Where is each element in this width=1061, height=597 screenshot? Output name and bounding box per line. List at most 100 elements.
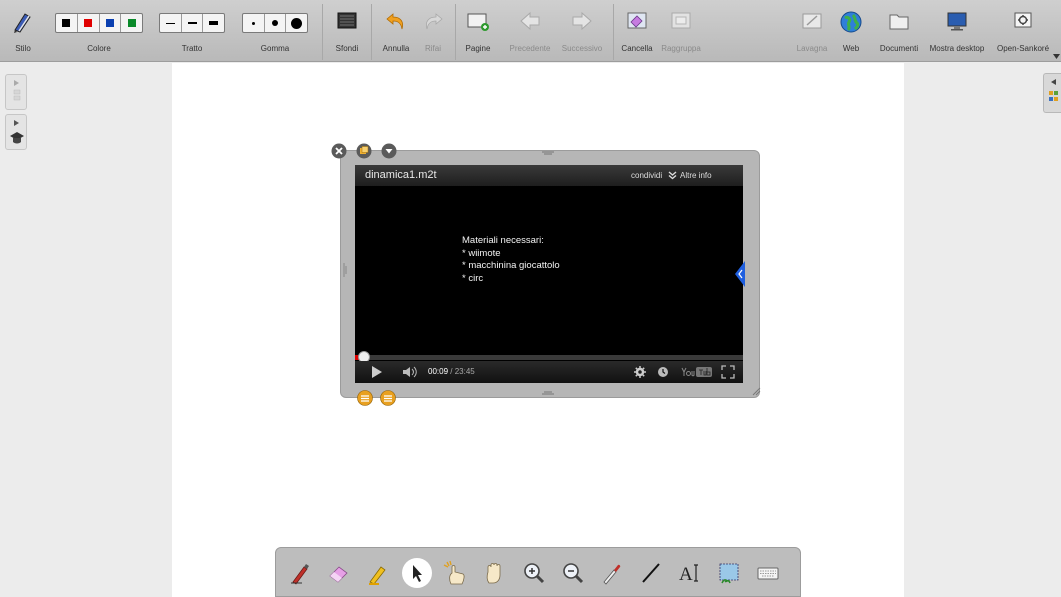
line-tool[interactable] xyxy=(636,558,666,588)
cancella-label: Cancella xyxy=(621,44,653,53)
toolbar-separator xyxy=(613,4,614,60)
colore-label: Colore xyxy=(87,44,111,53)
resize-bottom-handle[interactable] xyxy=(541,390,555,396)
pipette-tool[interactable] xyxy=(597,558,627,588)
precedente-button[interactable]: Precedente xyxy=(505,0,555,62)
gomma-label: Gomma xyxy=(260,44,290,53)
features-panel-tab[interactable] xyxy=(1043,73,1061,113)
fullscreen-icon[interactable] xyxy=(721,365,735,379)
slide-line: * macchinina giocattolo xyxy=(462,260,560,271)
open-sankore-label: Open-Sankoré xyxy=(996,44,1050,53)
tratto-label: Tratto xyxy=(181,44,203,53)
selector-tool[interactable] xyxy=(402,558,432,588)
laser-pointer-icon xyxy=(443,560,465,585)
keyboard-icon xyxy=(757,567,779,580)
pages-panel-button[interactable] xyxy=(5,74,27,110)
resize-left-handle[interactable] xyxy=(342,262,348,278)
share-link[interactable]: condividi xyxy=(631,171,662,180)
capture-tool[interactable] xyxy=(714,558,744,588)
folder-icon xyxy=(889,14,909,30)
highlighter-icon xyxy=(369,566,386,585)
hand-tool[interactable] xyxy=(480,558,510,588)
play-icon[interactable] xyxy=(372,366,382,378)
main-toolbar: Stilo Colore Tratto Gomma Sfondi Annulla… xyxy=(0,0,1061,62)
resize-corner-handle[interactable] xyxy=(751,386,761,396)
side-panel-toggle-icon[interactable] xyxy=(735,261,745,287)
resize-top-handle[interactable] xyxy=(541,151,555,157)
volume-icon[interactable] xyxy=(402,366,420,378)
annulla-button[interactable]: Annulla xyxy=(378,0,414,62)
keyboard-tool[interactable] xyxy=(753,558,783,588)
lavagna-button[interactable]: Lavagna xyxy=(794,0,830,62)
widget-menu-icon[interactable] xyxy=(381,143,397,159)
documenti-button[interactable]: Documenti xyxy=(874,0,924,62)
rifai-button[interactable]: Rifai xyxy=(418,0,448,62)
line-icon xyxy=(642,563,660,583)
slide-line: * circ xyxy=(462,272,484,284)
eraser-icon xyxy=(329,566,348,583)
successivo-button[interactable]: Successivo xyxy=(557,0,607,62)
cancella-button[interactable]: Cancella xyxy=(617,0,657,62)
mostra-desktop-button[interactable]: Mostra desktop xyxy=(926,0,988,62)
arrow-left-icon xyxy=(520,11,540,31)
undo-icon xyxy=(386,13,403,30)
globe-icon xyxy=(840,11,862,33)
pages-icon xyxy=(13,80,21,101)
features-icon xyxy=(1049,79,1058,101)
gear-icon[interactable] xyxy=(634,366,646,378)
current-time: 00:09 xyxy=(428,367,449,376)
arrow-right-icon xyxy=(572,11,592,31)
duplicate-widget-icon[interactable] xyxy=(356,143,372,159)
text-tool[interactable]: A xyxy=(675,558,705,588)
eyedropper-icon xyxy=(603,564,621,585)
send-backward-icon[interactable] xyxy=(380,390,396,406)
board-icon xyxy=(802,13,822,29)
pagine-button[interactable]: Pagine xyxy=(458,0,498,62)
web-label: Web xyxy=(842,44,860,53)
video-title[interactable]: dinamica1.m2t xyxy=(365,169,437,181)
pen-tool[interactable] xyxy=(285,558,315,588)
web-button[interactable]: Web xyxy=(836,0,866,62)
annulla-label: Annulla xyxy=(382,44,410,53)
player-title-bar: dinamica1.m2t condividi Altre info xyxy=(355,165,743,186)
redo-icon xyxy=(426,13,443,30)
stilo-button[interactable]: Stilo xyxy=(5,0,41,62)
youtube-logo-icon[interactable] xyxy=(681,366,713,378)
precedente-label: Precedente xyxy=(509,44,551,53)
laser-tool[interactable] xyxy=(441,558,471,588)
clear-page-icon xyxy=(627,12,647,29)
close-widget-icon[interactable] xyxy=(331,143,347,159)
zoom-in-tool[interactable] xyxy=(519,558,549,588)
more-info-link[interactable]: Altre info xyxy=(680,171,712,180)
open-sankore-button[interactable]: Open-Sankoré xyxy=(990,0,1056,62)
new-page-icon xyxy=(467,13,489,31)
toolbar-separator xyxy=(322,4,323,60)
stylus-palette: A xyxy=(275,547,801,597)
pointer-icon xyxy=(413,565,422,582)
dropdown-arrow-icon[interactable] xyxy=(1053,54,1060,59)
gomma-group: Gomma xyxy=(242,0,308,62)
capture-icon xyxy=(719,563,739,584)
toolbar-separator xyxy=(455,4,456,60)
progress-bar[interactable] xyxy=(355,355,743,360)
sfondi-button[interactable]: Sfondi xyxy=(330,0,364,62)
stylus-icon xyxy=(14,13,31,33)
desktop-icon xyxy=(947,12,967,31)
watch-later-icon[interactable] xyxy=(657,366,669,378)
stilo-label: Stilo xyxy=(15,44,31,53)
raggruppa-button[interactable]: Raggruppa xyxy=(655,0,707,62)
mostra-desktop-label: Mostra desktop xyxy=(929,44,985,53)
player-controls: 00:09 / 23:45 xyxy=(355,361,743,383)
youtube-player[interactable]: dinamica1.m2t condividi Altre info Mater… xyxy=(355,165,745,383)
background-icon xyxy=(337,12,357,29)
pen-icon xyxy=(291,564,309,585)
sfondi-label: Sfondi xyxy=(335,44,359,53)
library-panel-button[interactable] xyxy=(5,114,27,150)
bring-forward-icon[interactable] xyxy=(357,390,373,406)
video-frame-text: Materiali necessari: * wiimote * macchin… xyxy=(462,235,560,285)
zoom-out-tool[interactable] xyxy=(558,558,588,588)
highlighter-tool[interactable] xyxy=(363,558,393,588)
eraser-tool[interactable] xyxy=(324,558,354,588)
colore-group: Colore xyxy=(55,0,143,62)
group-icon xyxy=(671,12,691,29)
